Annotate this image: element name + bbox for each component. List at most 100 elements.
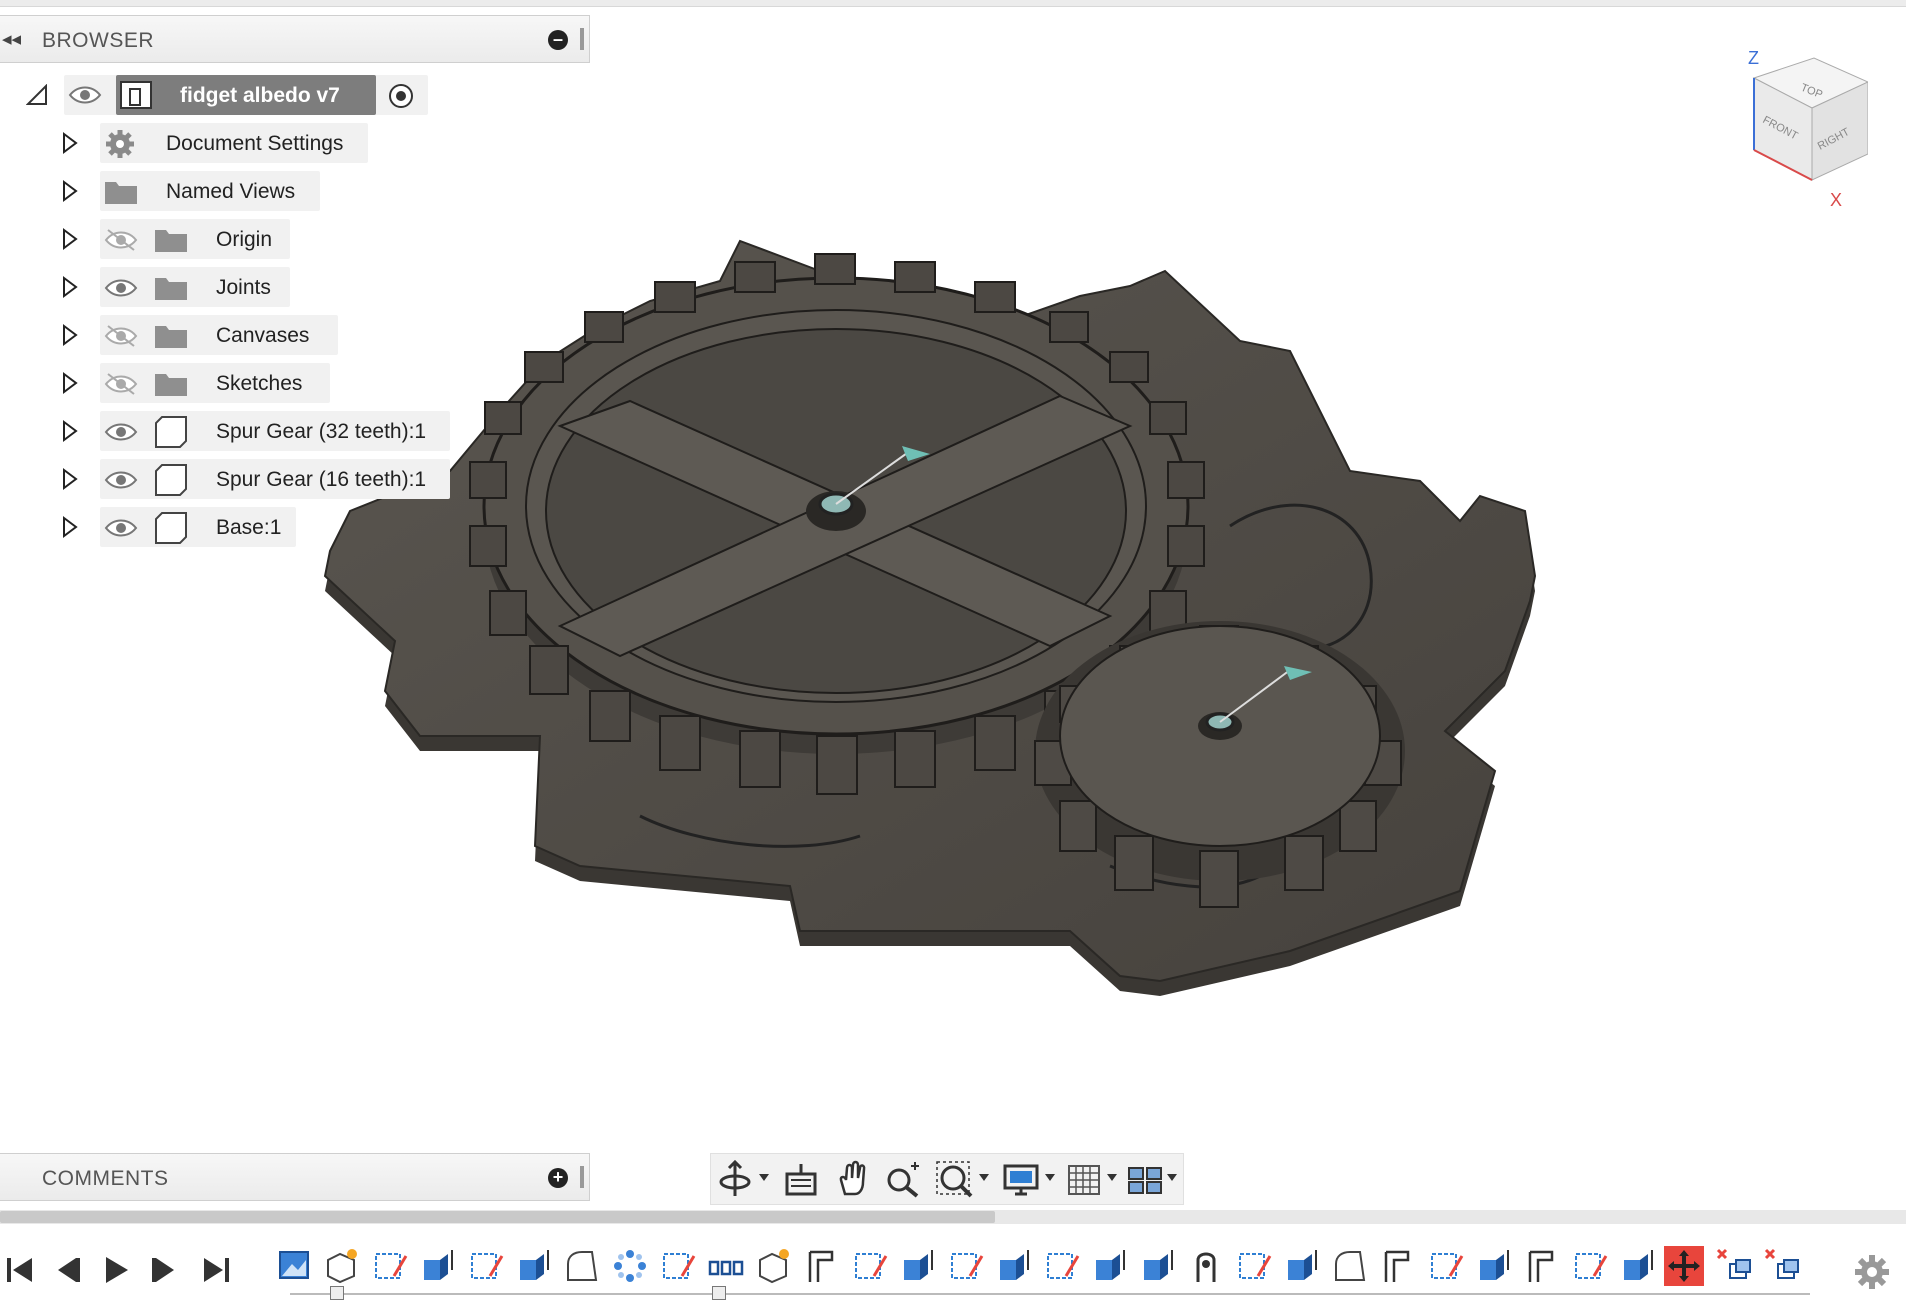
document-icon [120,81,152,109]
viewports-dropdown-caret[interactable] [1167,1174,1177,1181]
add-comment-button[interactable]: + [548,1168,568,1188]
fit-view-icon[interactable] [935,1160,975,1200]
tree-item-origin[interactable]: Origin [0,219,380,259]
root-component-label: fidget albedo v7 [180,84,340,107]
collapse-panel-icon[interactable]: ◂◂ [2,28,21,51]
plane-feature-icon[interactable] [1522,1246,1562,1286]
expand-triangle-icon[interactable] [62,516,78,538]
eye-icon[interactable] [104,420,138,444]
timeline-settings-gear-icon[interactable] [1852,1252,1892,1292]
sketch-feature-icon[interactable] [658,1246,698,1286]
tree-item-named-views[interactable]: Named Views [0,171,380,211]
activate-radio-icon[interactable] [388,83,414,109]
comments-header[interactable]: COMMENTS + [0,1153,590,1201]
expand-triangle-icon[interactable] [62,228,78,250]
component-feature-icon[interactable] [322,1246,362,1286]
timeline-group-marker[interactable] [330,1286,344,1300]
go-to-end-icon[interactable] [200,1254,232,1286]
pattern-feature-icon[interactable] [610,1246,650,1286]
expand-triangle-icon[interactable] [62,324,78,346]
browser-header[interactable]: ◂◂ BROWSER – [0,15,590,63]
eye-icon[interactable] [104,468,138,492]
tree-item-spur-gear-16[interactable]: Spur Gear (16 teeth):1 [0,459,460,499]
expand-triangle-icon[interactable] [62,372,78,394]
step-back-icon[interactable] [52,1254,84,1286]
eye-hidden-icon[interactable] [104,372,138,396]
move-feature-icon[interactable] [1664,1246,1704,1286]
component-icon [155,512,187,544]
expand-triangle-icon[interactable] [62,132,78,154]
sketch-feature-icon[interactable] [370,1246,410,1286]
zoom-icon[interactable] [883,1160,923,1200]
browser-minimize-button[interactable]: – [548,30,568,50]
zoom-dropdown-caret[interactable] [979,1174,989,1181]
eye-icon[interactable] [104,516,138,540]
tree-item-sketches[interactable]: Sketches [0,363,380,403]
orbit-icon[interactable] [715,1160,755,1200]
display-settings-icon[interactable] [1001,1160,1041,1200]
expand-triangle-icon[interactable] [62,420,78,442]
extrude-feature-icon[interactable] [1138,1246,1178,1286]
display-dropdown-caret[interactable] [1045,1174,1055,1181]
plane-feature-icon[interactable] [802,1246,842,1286]
sketch-feature-icon[interactable] [946,1246,986,1286]
sketch-feature-icon[interactable] [1234,1246,1274,1286]
pan-hand-icon[interactable] [833,1160,873,1200]
plane-feature-icon[interactable] [1378,1246,1418,1286]
tree-item-label: Origin [216,228,273,251]
timeline-group-marker[interactable] [712,1286,726,1300]
step-forward-icon[interactable] [148,1254,180,1286]
grid-dropdown-caret[interactable] [1107,1174,1117,1181]
tree-item-label: Canvases [216,324,310,347]
eye-hidden-icon[interactable] [104,228,138,252]
sketch-feature-icon[interactable] [1042,1246,1082,1286]
orbit-dropdown-caret[interactable] [759,1174,769,1181]
sketch-feature-icon[interactable] [850,1246,890,1286]
folder-icon [155,230,187,252]
sketch-feature-icon[interactable] [1570,1246,1610,1286]
navigation-toolbar [710,1153,1184,1205]
tree-item-spur-gear-32[interactable]: Spur Gear (32 teeth):1 [0,411,460,451]
suppressed-feature-icon[interactable] [1714,1246,1754,1286]
timeline-scrollbar-thumb[interactable] [0,1211,995,1223]
eye-hidden-icon[interactable] [104,324,138,348]
expand-triangle-icon[interactable] [62,180,78,202]
extrude-feature-icon[interactable] [1282,1246,1322,1286]
tree-item-label: Base:1 [216,516,282,539]
fillet-feature-icon[interactable] [562,1246,602,1286]
folder-icon [155,326,187,348]
play-icon[interactable] [100,1254,132,1286]
eye-icon[interactable] [68,84,102,106]
view-cube[interactable]: Z X TOP FRONT RIGHT [1728,48,1870,220]
extrude-feature-icon[interactable] [1474,1246,1514,1286]
extrude-feature-icon[interactable] [994,1246,1034,1286]
sketch-feature-icon[interactable] [466,1246,506,1286]
fillet-feature-icon[interactable] [1330,1246,1370,1286]
canvas-feature-icon[interactable] [274,1246,314,1286]
panel-grip-icon[interactable] [580,1166,584,1188]
go-to-start-icon[interactable] [4,1254,36,1286]
tree-item-canvases[interactable]: Canvases [0,315,380,355]
rectangular-pattern-icon[interactable] [706,1246,746,1286]
expand-triangle-icon[interactable] [62,276,78,298]
grid-icon[interactable] [1065,1160,1105,1200]
joint-feature-icon[interactable] [1186,1246,1226,1286]
collapse-triangle-icon[interactable] [26,84,48,106]
tree-root-row[interactable]: fidget albedo v7 [20,75,440,115]
sketch-feature-icon[interactable] [1426,1246,1466,1286]
extrude-feature-icon[interactable] [418,1246,458,1286]
panel-grip-icon[interactable] [580,28,584,50]
look-at-icon[interactable] [781,1160,821,1200]
extrude-feature-icon[interactable] [1618,1246,1658,1286]
viewports-icon[interactable] [1125,1160,1165,1200]
tree-item-base[interactable]: Base:1 [0,507,320,547]
suppressed-feature-icon[interactable] [1762,1246,1802,1286]
tree-item-document-settings[interactable]: Document Settings [0,123,380,163]
extrude-feature-icon[interactable] [898,1246,938,1286]
extrude-feature-icon[interactable] [1090,1246,1130,1286]
component-feature-icon[interactable] [754,1246,794,1286]
expand-triangle-icon[interactable] [62,468,78,490]
eye-icon[interactable] [104,276,138,300]
extrude-feature-icon[interactable] [514,1246,554,1286]
tree-item-joints[interactable]: Joints [0,267,380,307]
